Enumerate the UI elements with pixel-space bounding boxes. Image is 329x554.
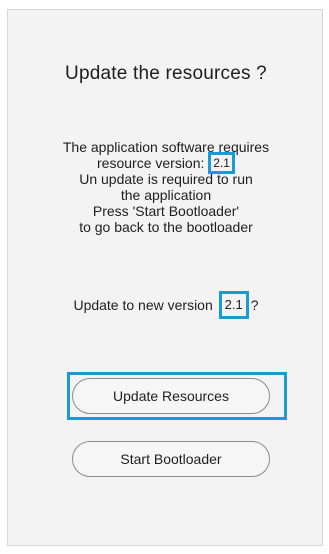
update-resources-button[interactable]: Update Resources: [72, 378, 270, 414]
message-line-2-text: resource version:: [97, 155, 209, 172]
update-question-text: Update to new version: [73, 297, 213, 313]
update-question-mark: ?: [250, 297, 259, 313]
message-line-6: to go back to the bootloader: [79, 219, 253, 235]
update-question: Update to new version 2.1?: [8, 290, 324, 319]
dialog-message: The application software requires resour…: [8, 139, 324, 235]
message-line-5: Press 'Start Bootloader': [92, 203, 240, 219]
dialog-title: Update the resources ?: [65, 63, 267, 84]
message-line-1: The application software requires: [62, 139, 270, 155]
new-version-badge: 2.1: [218, 290, 249, 319]
message-line-2: resource version: 2.1: [8, 152, 324, 174]
start-bootloader-button[interactable]: Start Bootloader: [72, 441, 270, 477]
update-dialog: Update the resources ? The application s…: [7, 9, 323, 546]
message-line-3: Un update is required to run: [79, 171, 253, 187]
message-line-4: the application: [120, 187, 212, 203]
